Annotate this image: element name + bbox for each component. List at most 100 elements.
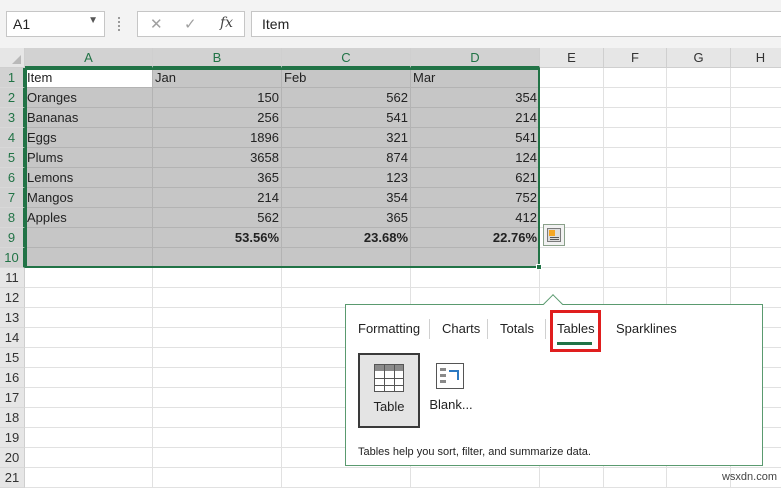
cell-b21[interactable] bbox=[153, 468, 282, 488]
cell-b19[interactable] bbox=[153, 428, 282, 448]
row-header-18[interactable]: 18 bbox=[0, 408, 25, 428]
row-header-11[interactable]: 11 bbox=[0, 268, 25, 288]
cell-c3[interactable]: 541 bbox=[282, 108, 411, 128]
row-header-7[interactable]: 7 bbox=[0, 188, 25, 208]
tab-sparklines[interactable]: Sparklines bbox=[616, 321, 677, 336]
cell-c11[interactable] bbox=[282, 268, 411, 288]
cell-e3[interactable] bbox=[540, 108, 604, 128]
cell-d6[interactable]: 621 bbox=[411, 168, 540, 188]
cell-a19[interactable] bbox=[25, 428, 153, 448]
formula-input[interactable]: Item bbox=[251, 11, 781, 37]
cell-g9[interactable] bbox=[667, 228, 731, 248]
column-header-f[interactable]: F bbox=[604, 48, 667, 68]
cell-h4[interactable] bbox=[731, 128, 781, 148]
cell-g11[interactable] bbox=[667, 268, 731, 288]
cell-d2[interactable]: 354 bbox=[411, 88, 540, 108]
cell-c8[interactable]: 365 bbox=[282, 208, 411, 228]
cell-c1[interactable]: Feb bbox=[282, 68, 411, 88]
table-option[interactable]: Table bbox=[358, 353, 420, 428]
row-header-20[interactable]: 20 bbox=[0, 448, 25, 468]
row-header-4[interactable]: 4 bbox=[0, 128, 25, 148]
cell-a8[interactable]: Apples bbox=[25, 208, 153, 228]
cell-d5[interactable]: 124 bbox=[411, 148, 540, 168]
quick-analysis-button[interactable] bbox=[543, 224, 565, 246]
column-header-h[interactable]: H bbox=[731, 48, 781, 68]
cell-a4[interactable]: Eggs bbox=[25, 128, 153, 148]
cell-a7[interactable]: Mangos bbox=[25, 188, 153, 208]
cell-e10[interactable] bbox=[540, 248, 604, 268]
column-header-c[interactable]: C bbox=[282, 48, 411, 68]
cell-c21[interactable] bbox=[282, 468, 411, 488]
chevron-down-icon[interactable]: ▼ bbox=[88, 15, 98, 26]
cell-a6[interactable]: Lemons bbox=[25, 168, 153, 188]
cell-g10[interactable] bbox=[667, 248, 731, 268]
cell-b16[interactable] bbox=[153, 368, 282, 388]
fill-handle[interactable] bbox=[536, 264, 542, 270]
row-header-3[interactable]: 3 bbox=[0, 108, 25, 128]
cell-b18[interactable] bbox=[153, 408, 282, 428]
cell-a16[interactable] bbox=[25, 368, 153, 388]
cell-c9[interactable]: 23.68% bbox=[282, 228, 411, 248]
cancel-icon[interactable]: ✕ bbox=[150, 15, 163, 33]
cell-a14[interactable] bbox=[25, 328, 153, 348]
row-header-16[interactable]: 16 bbox=[0, 368, 25, 388]
cell-a3[interactable]: Bananas bbox=[25, 108, 153, 128]
cell-b14[interactable] bbox=[153, 328, 282, 348]
cell-a13[interactable] bbox=[25, 308, 153, 328]
row-header-21[interactable]: 21 bbox=[0, 468, 25, 488]
cell-a21[interactable] bbox=[25, 468, 153, 488]
cell-h2[interactable] bbox=[731, 88, 781, 108]
cell-d10[interactable] bbox=[411, 248, 540, 268]
cell-d8[interactable]: 412 bbox=[411, 208, 540, 228]
cell-h10[interactable] bbox=[731, 248, 781, 268]
cell-a18[interactable] bbox=[25, 408, 153, 428]
cell-g2[interactable] bbox=[667, 88, 731, 108]
cell-g3[interactable] bbox=[667, 108, 731, 128]
cell-e7[interactable] bbox=[540, 188, 604, 208]
cell-e2[interactable] bbox=[540, 88, 604, 108]
cell-f4[interactable] bbox=[604, 128, 667, 148]
cell-a15[interactable] bbox=[25, 348, 153, 368]
cell-a5[interactable]: Plums bbox=[25, 148, 153, 168]
cell-b12[interactable] bbox=[153, 288, 282, 308]
cell-c5[interactable]: 874 bbox=[282, 148, 411, 168]
cell-f2[interactable] bbox=[604, 88, 667, 108]
cell-b2[interactable]: 150 bbox=[153, 88, 282, 108]
cell-a11[interactable] bbox=[25, 268, 153, 288]
cell-c4[interactable]: 321 bbox=[282, 128, 411, 148]
cell-d7[interactable]: 752 bbox=[411, 188, 540, 208]
cell-d11[interactable] bbox=[411, 268, 540, 288]
cell-h9[interactable] bbox=[731, 228, 781, 248]
cell-b10[interactable] bbox=[153, 248, 282, 268]
blank-pivot-option[interactable]: Blank... bbox=[420, 353, 482, 428]
column-header-a[interactable]: A bbox=[25, 48, 153, 68]
cell-a9[interactable] bbox=[25, 228, 153, 248]
cell-e21[interactable] bbox=[540, 468, 604, 488]
cell-b11[interactable] bbox=[153, 268, 282, 288]
row-header-5[interactable]: 5 bbox=[0, 148, 25, 168]
cell-e5[interactable] bbox=[540, 148, 604, 168]
cell-a1[interactable]: Item bbox=[25, 68, 153, 88]
cell-f7[interactable] bbox=[604, 188, 667, 208]
column-header-g[interactable]: G bbox=[667, 48, 731, 68]
cell-c7[interactable]: 354 bbox=[282, 188, 411, 208]
cell-b6[interactable]: 365 bbox=[153, 168, 282, 188]
cell-c6[interactable]: 123 bbox=[282, 168, 411, 188]
tab-charts[interactable]: Charts bbox=[442, 321, 480, 336]
select-all-button[interactable] bbox=[0, 48, 25, 68]
row-header-9[interactable]: 9 bbox=[0, 228, 25, 248]
row-header-14[interactable]: 14 bbox=[0, 328, 25, 348]
row-header-15[interactable]: 15 bbox=[0, 348, 25, 368]
cell-e4[interactable] bbox=[540, 128, 604, 148]
cell-d21[interactable] bbox=[411, 468, 540, 488]
cell-d1[interactable]: Mar bbox=[411, 68, 540, 88]
row-header-1[interactable]: 1 bbox=[0, 68, 25, 88]
cell-f9[interactable] bbox=[604, 228, 667, 248]
cell-f11[interactable] bbox=[604, 268, 667, 288]
cell-f5[interactable] bbox=[604, 148, 667, 168]
formula-bar-grip[interactable] bbox=[118, 17, 120, 31]
cell-b13[interactable] bbox=[153, 308, 282, 328]
cell-g7[interactable] bbox=[667, 188, 731, 208]
cell-c10[interactable] bbox=[282, 248, 411, 268]
tab-totals[interactable]: Totals bbox=[500, 321, 534, 336]
